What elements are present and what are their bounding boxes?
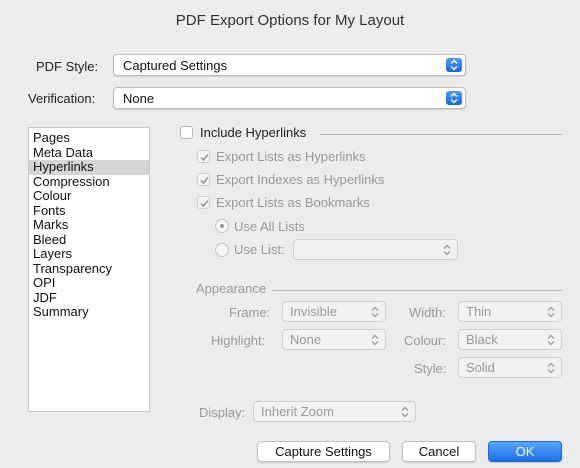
ok-button[interactable]: OK bbox=[488, 441, 562, 462]
style-label: Style: bbox=[414, 361, 447, 376]
popup-arrows-icon bbox=[446, 91, 462, 105]
style-value: Solid bbox=[466, 360, 495, 375]
sidebar-item-layers[interactable]: Layers bbox=[29, 246, 149, 262]
display-label: Display: bbox=[199, 405, 246, 420]
colour-label: Colour: bbox=[404, 333, 446, 348]
updown-arrows-icon bbox=[401, 406, 409, 417]
checkmark-icon bbox=[200, 199, 209, 208]
verification-value: None bbox=[123, 90, 155, 106]
use-list-label: Use List: bbox=[234, 242, 285, 257]
pdf-style-label: PDF Style: bbox=[36, 59, 99, 74]
verification-label: Verification: bbox=[28, 91, 96, 106]
export-lists-hyperlinks-checkbox[interactable] bbox=[197, 150, 210, 163]
pdf-style-value: Captured Settings bbox=[123, 57, 228, 73]
width-label: Width: bbox=[409, 305, 446, 320]
use-list-radio[interactable] bbox=[215, 243, 229, 257]
include-hyperlinks-label: Include Hyperlinks bbox=[200, 125, 307, 140]
frame-label: Frame: bbox=[229, 305, 271, 320]
pdf-style-popup[interactable]: Captured Settings bbox=[113, 54, 466, 76]
export-indexes-hyperlinks-label: Export Indexes as Hyperlinks bbox=[216, 172, 385, 187]
sidebar-item-bleed[interactable]: Bleed bbox=[29, 232, 149, 248]
window-title: PDF Export Options for My Layout bbox=[175, 11, 405, 29]
updown-arrows-icon bbox=[547, 306, 555, 317]
width-popup[interactable]: Thin bbox=[458, 301, 562, 322]
updown-arrows-icon bbox=[371, 334, 379, 345]
use-all-lists-radio[interactable] bbox=[215, 219, 229, 233]
style-popup[interactable]: Solid bbox=[458, 357, 562, 378]
divider bbox=[272, 290, 562, 291]
highlight-label: Highlight: bbox=[211, 333, 266, 348]
frame-popup[interactable]: Invisible bbox=[282, 301, 386, 322]
updown-arrows-icon bbox=[443, 244, 451, 255]
appearance-section-label: Appearance bbox=[196, 281, 267, 296]
include-hyperlinks-checkbox[interactable] bbox=[180, 126, 193, 139]
updown-arrows-icon bbox=[547, 362, 555, 373]
display-value: Inherit Zoom bbox=[261, 404, 334, 419]
divider bbox=[320, 134, 562, 135]
popup-arrows-icon bbox=[446, 58, 462, 72]
colour-popup[interactable]: Black bbox=[458, 329, 562, 350]
width-value: Thin bbox=[466, 304, 492, 319]
colour-value: Black bbox=[466, 332, 498, 347]
export-lists-bookmarks-checkbox[interactable] bbox=[197, 196, 210, 209]
capture-settings-button[interactable]: Capture Settings bbox=[257, 441, 390, 462]
sidebar-item-meta-data[interactable]: Meta Data bbox=[29, 145, 149, 161]
updown-arrows-icon bbox=[371, 306, 379, 317]
sidebar-item-transparency[interactable]: Transparency bbox=[29, 261, 149, 277]
sidebar-item-pages[interactable]: Pages bbox=[29, 130, 149, 146]
display-popup[interactable]: Inherit Zoom bbox=[253, 401, 416, 422]
export-lists-hyperlinks-label: Export Lists as Hyperlinks bbox=[216, 149, 366, 164]
sidebar-item-fonts[interactable]: Fonts bbox=[29, 203, 149, 219]
checkmark-icon bbox=[200, 176, 209, 185]
highlight-popup[interactable]: None bbox=[282, 329, 386, 350]
sidebar-item-hyperlinks[interactable]: Hyperlinks bbox=[29, 159, 149, 175]
sidebar-item-compression[interactable]: Compression bbox=[29, 174, 149, 190]
section-list[interactable]: Pages Meta Data Hyperlinks Compression C… bbox=[28, 127, 150, 412]
highlight-value: None bbox=[290, 332, 322, 347]
export-indexes-hyperlinks-checkbox[interactable] bbox=[197, 173, 210, 186]
cancel-button[interactable]: Cancel bbox=[402, 441, 476, 462]
sidebar-item-opi[interactable]: OPI bbox=[29, 275, 149, 291]
sidebar-item-jdf[interactable]: JDF bbox=[29, 290, 149, 306]
updown-arrows-icon bbox=[547, 334, 555, 345]
verification-popup[interactable]: None bbox=[113, 87, 466, 109]
use-all-lists-label: Use All Lists bbox=[234, 219, 305, 234]
checkmark-icon bbox=[200, 153, 209, 162]
frame-value: Invisible bbox=[290, 304, 337, 319]
use-list-popup[interactable] bbox=[293, 239, 458, 260]
sidebar-item-marks[interactable]: Marks bbox=[29, 217, 149, 233]
sidebar-item-summary[interactable]: Summary bbox=[29, 304, 149, 320]
export-lists-bookmarks-label: Export Lists as Bookmarks bbox=[216, 195, 370, 210]
sidebar-item-colour[interactable]: Colour bbox=[29, 188, 149, 204]
